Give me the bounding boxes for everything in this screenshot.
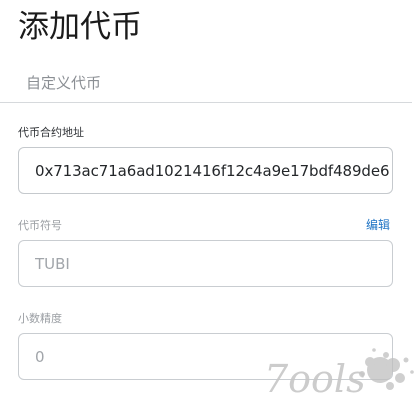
token-symbol-label: 代币符号 [18, 219, 62, 232]
page-title: 添加代币 [18, 9, 142, 45]
ink-splash-icon: 7ools [264, 348, 414, 401]
contract-address-value: 0x713ac71a6ad1021416f12c4a9e17bdf489de6 [35, 161, 390, 180]
contract-address-input[interactable]: 0x713ac71a6ad1021416f12c4a9e17bdf489de6 [18, 147, 393, 194]
contract-address-label: 代币合约地址 [18, 126, 84, 139]
tab-bar: 自定义代币 [0, 62, 412, 103]
watermark-logo: 7ools [262, 344, 419, 411]
svg-text:7ools: 7ools [264, 357, 366, 401]
token-symbol-value: TUBI [35, 254, 70, 273]
edit-symbol-link[interactable]: 编辑 [366, 217, 390, 233]
token-symbol-input[interactable]: TUBI [18, 240, 393, 287]
decimals-label: 小数精度 [18, 312, 62, 325]
tab-custom-token[interactable]: 自定义代币 [26, 73, 101, 93]
